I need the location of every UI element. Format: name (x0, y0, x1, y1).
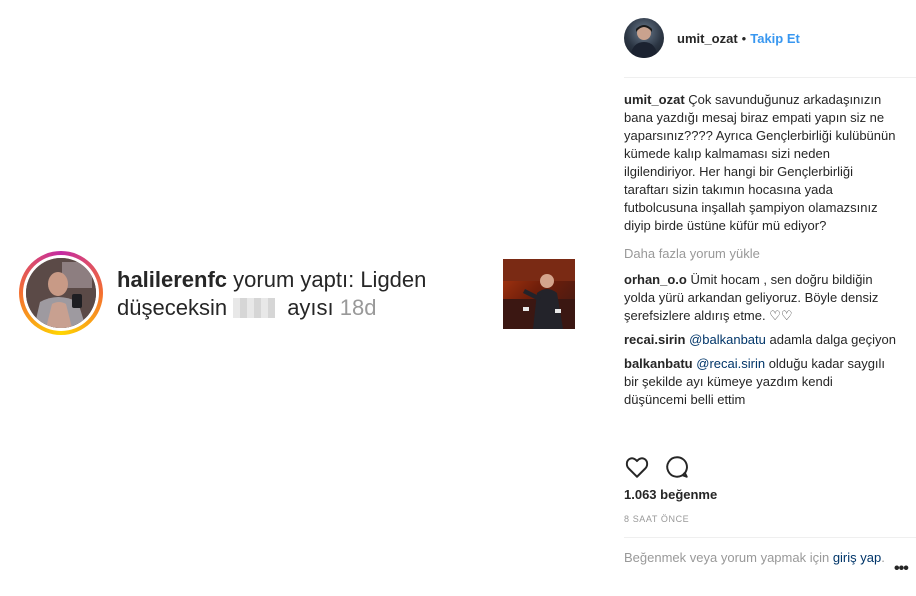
comment-username[interactable]: recai.sirin (624, 332, 685, 347)
comment-mention[interactable]: @recai.sirin (696, 356, 765, 371)
notification-text: halilerenfc yorum yaptı: Ligden düşeceks… (117, 266, 477, 322)
login-prompt: Beğenmek veya yorum yapmak için giriş ya… (624, 549, 892, 567)
notification-username: halilerenfc (117, 267, 228, 292)
post-actions (624, 454, 704, 480)
login-link[interactable]: giriş yap (833, 550, 881, 565)
comment-text: adamla dalga geçiyon (765, 332, 896, 347)
likes-count[interactable]: 1.063 beğenme (624, 487, 717, 502)
load-more-comments[interactable]: Daha fazla yorum yükle (624, 245, 899, 263)
post-caption: umit_ozat Çok savunduğunuz arkadaşınızın… (624, 91, 899, 235)
post-header: umit_ozat • Takip Et (624, 18, 914, 58)
like-heart-icon[interactable] (624, 454, 650, 480)
notification-avatar (19, 251, 103, 335)
comment-username[interactable]: balkanbatu (624, 356, 693, 371)
notification-time-ago: 18d (333, 295, 377, 320)
author-username[interactable]: umit_ozat (677, 31, 738, 46)
author-avatar[interactable] (624, 18, 664, 58)
comment-bubble-icon[interactable] (664, 454, 690, 480)
login-prompt-end: . (881, 550, 885, 565)
comment-username[interactable]: orhan_o.o (624, 272, 687, 287)
heart-emoji: ♡♡ (769, 308, 793, 323)
blurred-word (233, 298, 276, 318)
comment-mention[interactable]: @balkanbatu (689, 332, 766, 347)
caption-username[interactable]: umit_ozat (624, 92, 685, 107)
notification-post-thumbnail (503, 259, 575, 329)
header-separator: • (741, 30, 747, 46)
comment-item: recai.sirin @balkanbatu adamla dalga geç… (624, 331, 899, 349)
login-prompt-text: Beğenmek veya yorum yapmak için (624, 550, 833, 565)
header-divider (624, 77, 916, 78)
caption-text: Çok savunduğunuz arkadaşınızın bana yazd… (624, 92, 896, 233)
post-media: halilerenfc yorum yaptı: Ligden düşeceks… (0, 0, 608, 596)
comment-item: balkanbatu @recai.sirin olduğu kadar say… (624, 355, 899, 409)
comments-section: umit_ozat Çok savunduğunuz arkadaşınızın… (624, 91, 899, 415)
more-options-icon[interactable]: ••• (894, 560, 909, 578)
footer-divider (624, 537, 916, 538)
comment-item: orhan_o.o Ümit hocam , sen doğru bildiği… (624, 271, 899, 325)
notification-after-blur: ayısı (281, 295, 334, 320)
follow-button[interactable]: Takip Et (750, 31, 800, 46)
avatar-photo (26, 258, 96, 328)
post-sidebar: umit_ozat • Takip Et umit_ozat Çok savun… (624, 0, 916, 596)
post-timestamp: 8 SAAT ÖNCE (624, 514, 690, 524)
